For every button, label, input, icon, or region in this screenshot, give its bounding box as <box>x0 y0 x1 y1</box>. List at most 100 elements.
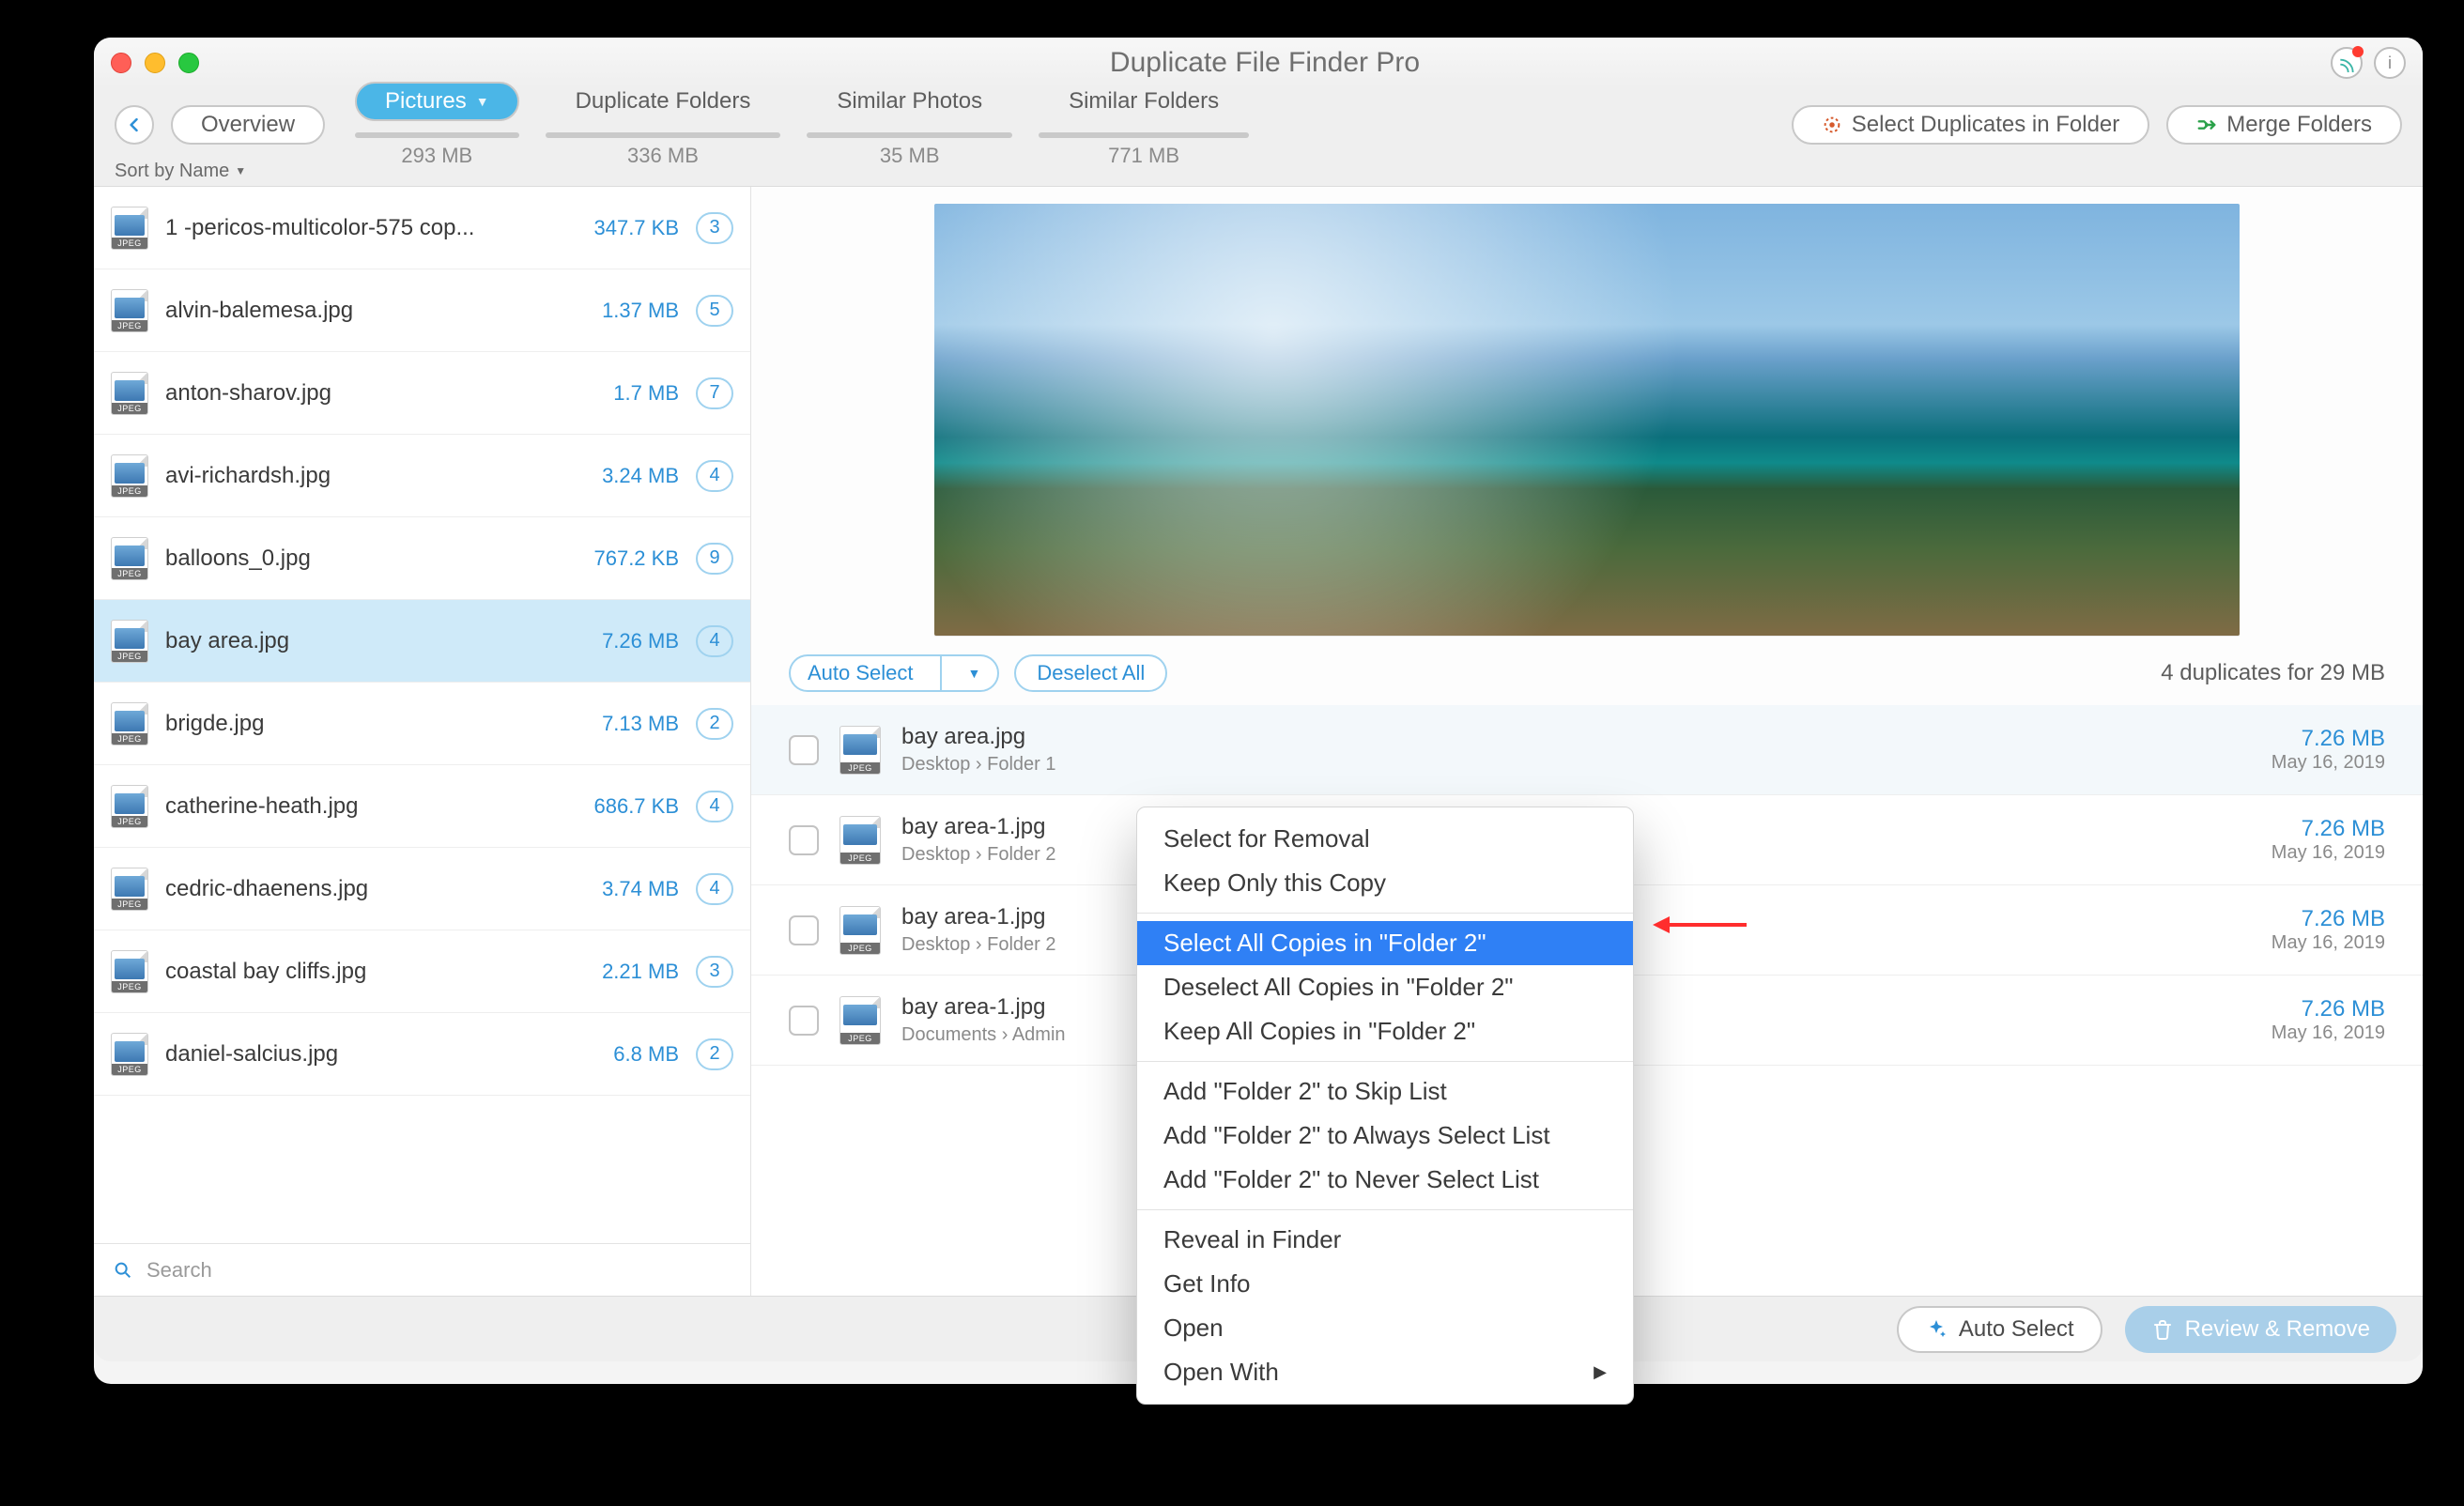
tab-similar-folders[interactable]: Similar Folders 771 MB <box>1025 82 1262 168</box>
notification-dot-icon <box>2352 46 2364 57</box>
file-row[interactable]: JPEGdaniel-salcius.jpg6.8 MB2 <box>94 1013 750 1096</box>
file-row[interactable]: JPEGanton-sharov.jpg1.7 MB7 <box>94 352 750 435</box>
jpeg-file-icon: JPEG <box>111 950 148 993</box>
file-name: catherine-heath.jpg <box>165 793 577 820</box>
deselect-all-button[interactable]: Deselect All <box>1014 654 1167 692</box>
file-row[interactable]: JPEGbrigde.jpg7.13 MB2 <box>94 683 750 765</box>
chevron-down-icon: ▼ <box>235 164 246 177</box>
search-row[interactable]: Search <box>94 1243 750 1296</box>
jpeg-file-icon: JPEG <box>111 289 148 332</box>
footer-auto-select-button[interactable]: Auto Select <box>1897 1306 2102 1353</box>
file-name: brigde.jpg <box>165 711 585 737</box>
zoom-window-button[interactable] <box>178 53 199 73</box>
file-name: anton-sharov.jpg <box>165 380 596 407</box>
menu-item-label: Open With <box>1163 1358 1279 1387</box>
category-tabs: Pictures▼293 MBDuplicate Folders336 MBSi… <box>342 82 1262 168</box>
select-checkbox[interactable] <box>789 1006 819 1036</box>
auto-select-label[interactable]: Auto Select <box>791 656 931 690</box>
menu-separator <box>1137 1209 1633 1210</box>
jpeg-file-icon: JPEG <box>111 537 148 580</box>
menu-item[interactable]: Keep Only this Copy <box>1137 861 1633 905</box>
menu-item-label: Add "Folder 2" to Never Select List <box>1163 1165 1539 1194</box>
menu-item-label: Keep All Copies in "Folder 2" <box>1163 1017 1475 1046</box>
auto-select-split-button[interactable]: Auto Select ▼ <box>789 654 999 692</box>
tab-similar-photos[interactable]: Similar Photos 35 MB <box>793 82 1025 168</box>
duplicate-count-badge: 3 <box>696 956 733 988</box>
chevron-down-icon: ▼ <box>968 666 981 681</box>
select-checkbox[interactable] <box>789 915 819 945</box>
tab-pill[interactable]: Similar Photos <box>807 82 1012 121</box>
select-duplicates-in-folder-button[interactable]: Select Duplicates in Folder <box>1792 105 2149 145</box>
duplicate-path: Documents › Admin <box>901 1024 1066 1046</box>
file-row[interactable]: JPEGalvin-balemesa.jpg1.37 MB5 <box>94 269 750 352</box>
duplicate-path: Desktop › Folder 2 <box>901 934 1056 956</box>
overview-button[interactable]: Overview <box>171 105 325 145</box>
tab-underline <box>355 132 519 138</box>
tab-size-label: 293 MB <box>401 144 472 168</box>
file-row[interactable]: JPEGbay area.jpg7.26 MB4 <box>94 600 750 683</box>
file-size: 686.7 KB <box>593 794 679 819</box>
jpeg-file-icon: JPEG <box>111 1033 148 1076</box>
duplicate-size: 7.26 MB <box>2272 726 2385 752</box>
file-row[interactable]: JPEG1 -pericos-multicolor-575 cop...347.… <box>94 187 750 269</box>
info-icon[interactable]: i <box>2374 47 2406 79</box>
duplicate-path: Desktop › Folder 1 <box>901 754 1056 776</box>
menu-item[interactable]: Get Info <box>1137 1262 1633 1306</box>
jpeg-file-icon: JPEG <box>111 620 148 663</box>
file-name: bay area.jpg <box>165 628 585 654</box>
duplicate-count-badge: 4 <box>696 791 733 822</box>
annotation-arrow-icon <box>1653 913 1747 937</box>
menu-item[interactable]: Select for Removal <box>1137 817 1633 861</box>
footer-auto-select-label: Auto Select <box>1959 1316 2074 1343</box>
menu-item[interactable]: Reveal in Finder <box>1137 1218 1633 1262</box>
tab-pill[interactable]: Pictures ▼ <box>355 82 519 121</box>
menu-item[interactable]: Open With▶ <box>1137 1350 1633 1394</box>
chevron-down-icon: ▼ <box>476 94 489 109</box>
back-button[interactable] <box>115 105 154 145</box>
file-row[interactable]: JPEGcatherine-heath.jpg686.7 KB4 <box>94 765 750 848</box>
file-name: alvin-balemesa.jpg <box>165 298 585 324</box>
duplicate-date: May 16, 2019 <box>2272 932 2385 954</box>
select-checkbox[interactable] <box>789 735 819 765</box>
file-row[interactable]: JPEGcoastal bay cliffs.jpg2.21 MB3 <box>94 930 750 1013</box>
file-row[interactable]: JPEGballoons_0.jpg767.2 KB9 <box>94 517 750 600</box>
select-checkbox[interactable] <box>789 825 819 855</box>
menu-item[interactable]: Open <box>1137 1306 1633 1350</box>
menu-item[interactable]: Add "Folder 2" to Never Select List <box>1137 1158 1633 1202</box>
duplicate-size: 7.26 MB <box>2272 996 2385 1022</box>
file-size: 2.21 MB <box>602 960 679 984</box>
close-window-button[interactable] <box>111 53 131 73</box>
tab-pictures[interactable]: Pictures ▼ 293 MB <box>342 82 532 168</box>
file-row[interactable]: JPEGavi-richardsh.jpg3.24 MB4 <box>94 435 750 517</box>
menu-item[interactable]: Add "Folder 2" to Skip List <box>1137 1069 1633 1114</box>
select-duplicates-label: Select Duplicates in Folder <box>1852 112 2119 138</box>
review-remove-button[interactable]: Review & Remove <box>2125 1306 2396 1353</box>
file-size: 1.37 MB <box>602 299 679 323</box>
context-menu[interactable]: Select for RemovalKeep Only this Copy Sel… <box>1136 807 1634 1405</box>
duplicate-count-badge: 4 <box>696 625 733 657</box>
file-size: 3.24 MB <box>602 464 679 488</box>
activity-icon[interactable] <box>2331 47 2363 79</box>
titlebar: Duplicate File Finder Pro i <box>94 38 2423 88</box>
file-row[interactable]: JPEGcedric-dhaenens.jpg3.74 MB4 <box>94 848 750 930</box>
menu-separator <box>1137 913 1633 914</box>
tab-duplicate-folders[interactable]: Duplicate Folders336 MB <box>532 82 794 168</box>
menu-item[interactable]: Keep All Copies in "Folder 2" <box>1137 1009 1633 1053</box>
tab-pill[interactable]: Duplicate Folders <box>546 82 781 121</box>
merge-folders-button[interactable]: Merge Folders <box>2166 105 2402 145</box>
duplicate-count-badge: 9 <box>696 543 733 575</box>
duplicate-size: 7.26 MB <box>2272 816 2385 842</box>
tab-label: Pictures <box>385 88 467 115</box>
auto-select-menu-button[interactable]: ▼ <box>951 656 998 690</box>
duplicate-row[interactable]: JPEGbay area.jpgDesktop › Folder 17.26 M… <box>751 705 2423 795</box>
menu-item[interactable]: Select All Copies in "Folder 2" <box>1137 921 1633 965</box>
tab-size-label: 35 MB <box>880 144 940 168</box>
menu-item[interactable]: Deselect All Copies in "Folder 2" <box>1137 965 1633 1009</box>
file-list[interactable]: JPEG1 -pericos-multicolor-575 cop...347.… <box>94 187 750 1243</box>
tab-size-label: 771 MB <box>1108 144 1179 168</box>
tab-pill[interactable]: Similar Folders <box>1039 82 1249 121</box>
search-placeholder: Search <box>146 1258 212 1283</box>
duplicate-count-badge: 4 <box>696 873 733 905</box>
menu-item[interactable]: Add "Folder 2" to Always Select List <box>1137 1114 1633 1158</box>
minimize-window-button[interactable] <box>145 53 165 73</box>
